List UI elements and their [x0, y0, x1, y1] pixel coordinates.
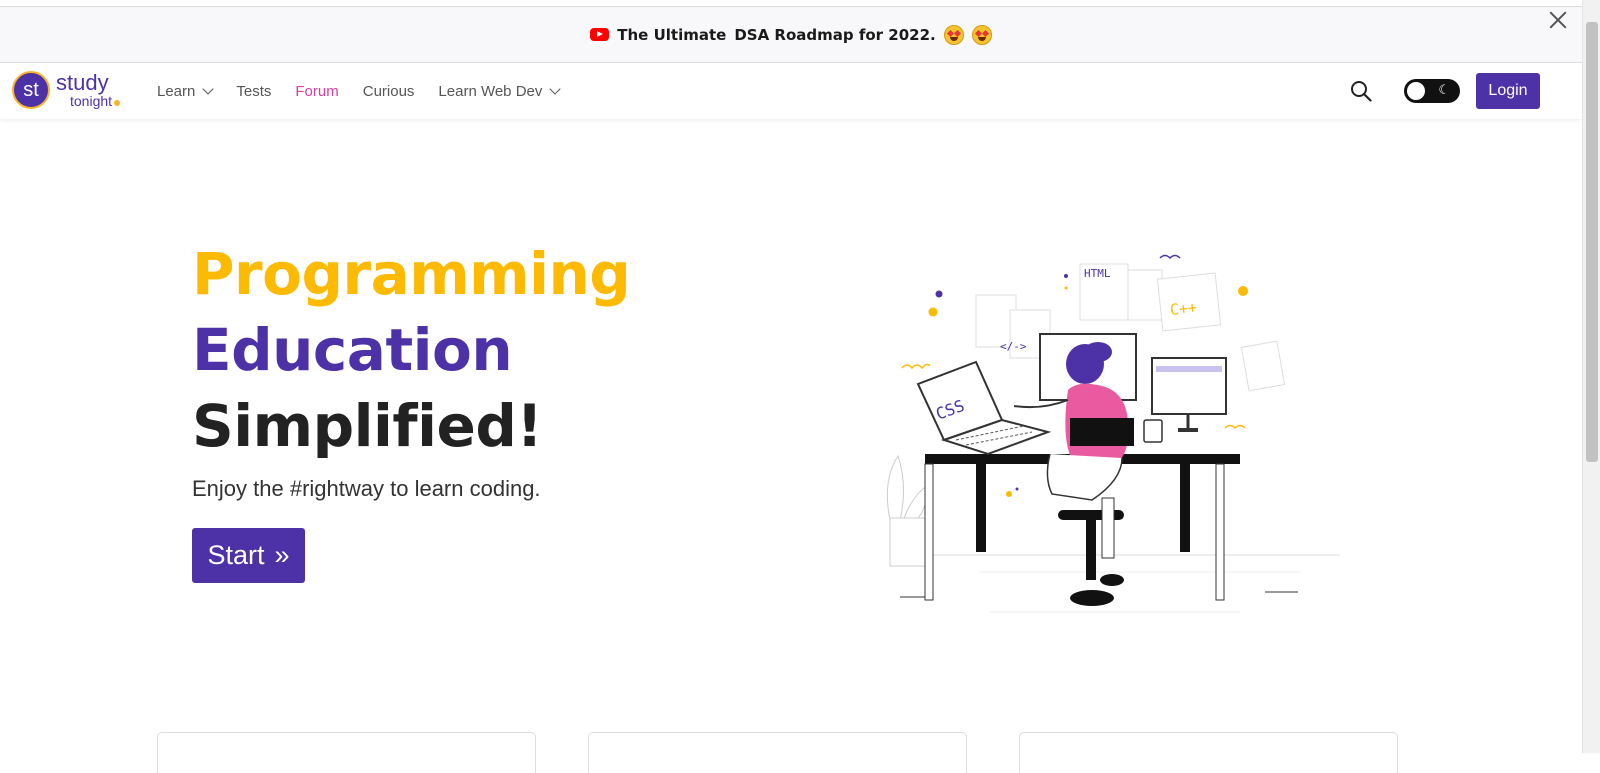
- hero-line-simplified: Simplified!: [192, 392, 543, 460]
- illustration-tag-label: </->: [1000, 340, 1027, 353]
- start-button[interactable]: Start »: [192, 528, 305, 583]
- logo-dot: [114, 100, 121, 106]
- star-struck-emoji-icon: [943, 24, 964, 45]
- chevron-down-icon: [202, 83, 215, 95]
- nav-forum-label: Forum: [295, 82, 339, 100]
- nav-learn-web-dev[interactable]: Learn Web Dev: [438, 82, 562, 100]
- hero-line-education: Education: [192, 316, 513, 384]
- announcement-content[interactable]: The Ultimate DSA Roadmap for 2022.: [590, 24, 992, 45]
- theme-toggle[interactable]: ☾: [1404, 79, 1460, 103]
- nav-links: Learn Tests Forum Curious Learn Web Dev: [157, 63, 562, 119]
- navbar: st study tonight Learn Tests Forum Curio…: [0, 63, 1582, 119]
- nav-learn-web-dev-label: Learn Web Dev: [438, 82, 543, 100]
- studytonight-logo[interactable]: st study tonight: [12, 70, 121, 109]
- youtube-icon: [590, 28, 610, 41]
- start-button-label: Start: [207, 540, 265, 570]
- star-struck-emoji-icon: [971, 24, 992, 45]
- logo-mark: st: [12, 71, 50, 109]
- nav-curious-label: Curious: [362, 82, 415, 100]
- illustration-cpp-label: C++: [1169, 298, 1198, 319]
- hero-line-programming: Programming: [192, 240, 631, 308]
- toggle-knob: [1407, 82, 1425, 100]
- nav-learn[interactable]: Learn: [157, 82, 215, 100]
- announcement-bar[interactable]: The Ultimate DSA Roadmap for 2022.: [0, 7, 1582, 63]
- announcement-prefix: The Ultimate: [617, 25, 727, 44]
- hero-subtitle: Enjoy the #rightway to learn coding.: [192, 476, 541, 501]
- illustration-html-label: HTML: [1084, 267, 1111, 280]
- logo-word-tonight-wrap: tonight: [70, 93, 121, 109]
- announcement-bold: DSA Roadmap for 2022.: [734, 25, 936, 44]
- browser-top-edge: [0, 0, 1582, 7]
- login-button[interactable]: Login: [1476, 73, 1540, 109]
- logo-word-tonight: tonight: [70, 93, 113, 109]
- hero-title: Programming Education Simplified!: [192, 236, 631, 464]
- nav-curious[interactable]: Curious: [363, 83, 415, 100]
- programmer-illustration: HTML C++ </-> CSS: [886, 254, 1340, 613]
- logo-word-study: study: [56, 70, 109, 95]
- page-scrollbar[interactable]: [1582, 0, 1600, 753]
- nav-tests[interactable]: Tests: [236, 83, 271, 100]
- moon-icon: ☾: [1438, 83, 1450, 98]
- nav-learn-label: Learn: [157, 82, 196, 100]
- nav-forum[interactable]: Forum: [295, 83, 338, 100]
- double-chevron-right-icon: »: [274, 540, 290, 570]
- search-icon[interactable]: [1350, 80, 1372, 102]
- logo-wordmark: study tonight: [56, 70, 121, 109]
- scrollbar-thumb[interactable]: [1586, 22, 1598, 462]
- nav-tests-label: Tests: [236, 82, 272, 100]
- close-icon[interactable]: [1546, 8, 1570, 32]
- chevron-down-icon: [549, 83, 562, 95]
